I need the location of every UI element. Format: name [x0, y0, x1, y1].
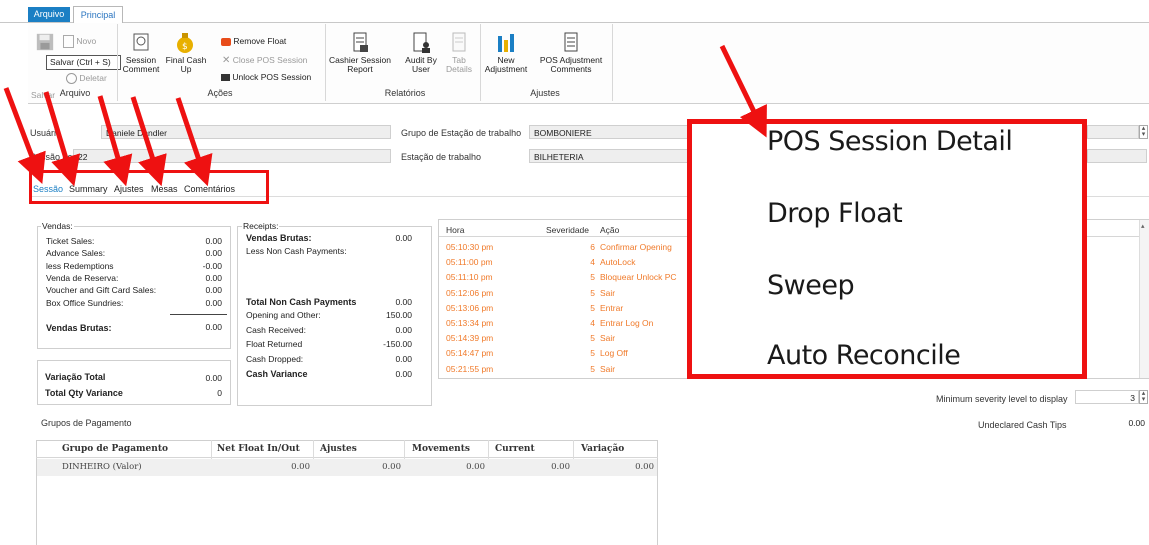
arrow-mesas [130, 96, 167, 187]
arrow-context-menu [719, 44, 767, 138]
arrow-comentarios [175, 97, 213, 187]
arrow-summary [43, 91, 81, 187]
annotation-arrows [3, 44, 767, 187]
arrow-sessao [3, 87, 46, 185]
arrow-ajustes [97, 95, 133, 187]
